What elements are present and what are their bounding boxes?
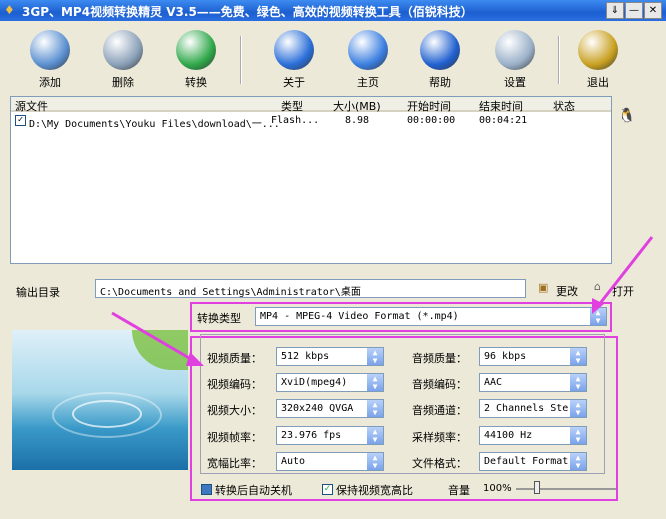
annotation-arrows	[111, 236, 654, 366]
